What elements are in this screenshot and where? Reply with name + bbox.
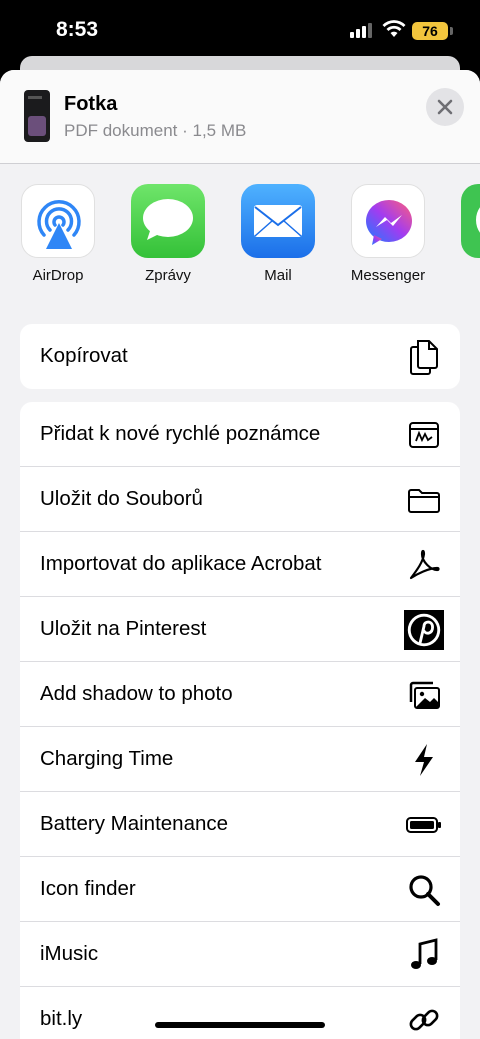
document-title: Fotka <box>64 93 118 115</box>
action-quick-note[interactable]: Přidat k nové rychlé poznámce <box>20 402 460 467</box>
document-thumbnail <box>24 90 50 142</box>
app-label: Wh <box>448 267 480 284</box>
acrobat-icon <box>404 545 444 585</box>
status-bar: 8:53 76 <box>0 0 480 60</box>
document-subtitle: PDF dokument · 1,5 MB <box>64 121 247 140</box>
home-indicator[interactable] <box>155 1022 325 1028</box>
action-label: Icon finder <box>40 877 136 900</box>
action-save-to-files[interactable]: Uložit do Souborů <box>20 467 460 532</box>
app-airdrop[interactable]: AirDrop <box>8 184 108 284</box>
photos-icon <box>404 675 444 715</box>
quick-note-icon <box>404 415 444 455</box>
share-sheet: Fotka PDF dokument · 1,5 MB AirDrop Zprá… <box>0 70 480 1039</box>
copy-icon <box>404 337 444 377</box>
app-messenger[interactable]: Messenger <box>338 184 438 284</box>
app-mail[interactable]: Mail <box>228 184 328 284</box>
battery-level-badge: 76 <box>412 22 448 40</box>
battery-tip <box>450 27 453 35</box>
app-label: Zprávy <box>145 267 191 284</box>
action-bitly[interactable]: bit.ly <box>20 987 460 1039</box>
action-label: Uložit do Souborů <box>40 487 203 510</box>
link-icon <box>404 1000 444 1039</box>
app-label: Messenger <box>350 267 426 284</box>
action-icon-finder[interactable]: Icon finder <box>20 857 460 922</box>
action-label: Battery Maintenance <box>40 812 229 835</box>
action-label: Importovat do aplikace Acrobat <box>40 552 322 575</box>
battery-icon <box>404 805 444 845</box>
action-label: Uložit na Pinterest <box>40 617 207 640</box>
app-whatsapp[interactable]: Wh <box>448 184 480 284</box>
action-label: Add shadow to photo <box>40 682 233 705</box>
action-add-shadow[interactable]: Add shadow to photo <box>20 662 460 727</box>
music-note-icon <box>404 935 444 975</box>
action-save-pinterest[interactable]: Uložit na Pinterest <box>20 597 460 662</box>
share-sheet-header: Fotka PDF dokument · 1,5 MB <box>0 70 480 164</box>
search-icon <box>404 870 444 910</box>
action-label: Charging Time <box>40 747 174 770</box>
action-import-acrobat[interactable]: Importovat do aplikace Acrobat <box>20 532 460 597</box>
share-apps-row: AirDrop Zprávy Mail Messenger <box>0 184 480 294</box>
close-icon <box>437 99 453 115</box>
whatsapp-icon <box>461 184 480 258</box>
mail-icon <box>241 184 315 258</box>
action-copy[interactable]: Kopírovat <box>20 324 460 389</box>
actions-group: Přidat k nové rychlé poznámce Uložit do … <box>20 402 460 1039</box>
folder-icon <box>404 480 444 520</box>
close-button[interactable] <box>426 88 464 126</box>
action-label: Přidat k nové rychlé poznámce <box>40 422 321 445</box>
messenger-icon <box>351 184 425 258</box>
primary-actions-group: Kopírovat <box>20 324 460 389</box>
pinterest-icon <box>404 610 444 650</box>
action-battery-maintenance[interactable]: Battery Maintenance <box>20 792 460 857</box>
action-charging-time[interactable]: Charging Time <box>20 727 460 792</box>
bolt-icon <box>404 740 444 780</box>
action-imusic[interactable]: iMusic <box>20 922 460 987</box>
action-label: bit.ly <box>40 1007 83 1030</box>
app-label: AirDrop <box>32 267 84 284</box>
action-label: iMusic <box>40 942 99 965</box>
app-messages[interactable]: Zprávy <box>118 184 218 284</box>
airdrop-icon <box>21 184 95 258</box>
messages-icon <box>131 184 205 258</box>
status-time: 8:53 <box>56 18 99 41</box>
wifi-icon <box>382 20 406 37</box>
app-label: Mail <box>264 267 292 284</box>
cellular-signal-icon <box>350 22 372 38</box>
action-label: Kopírovat <box>40 344 128 367</box>
